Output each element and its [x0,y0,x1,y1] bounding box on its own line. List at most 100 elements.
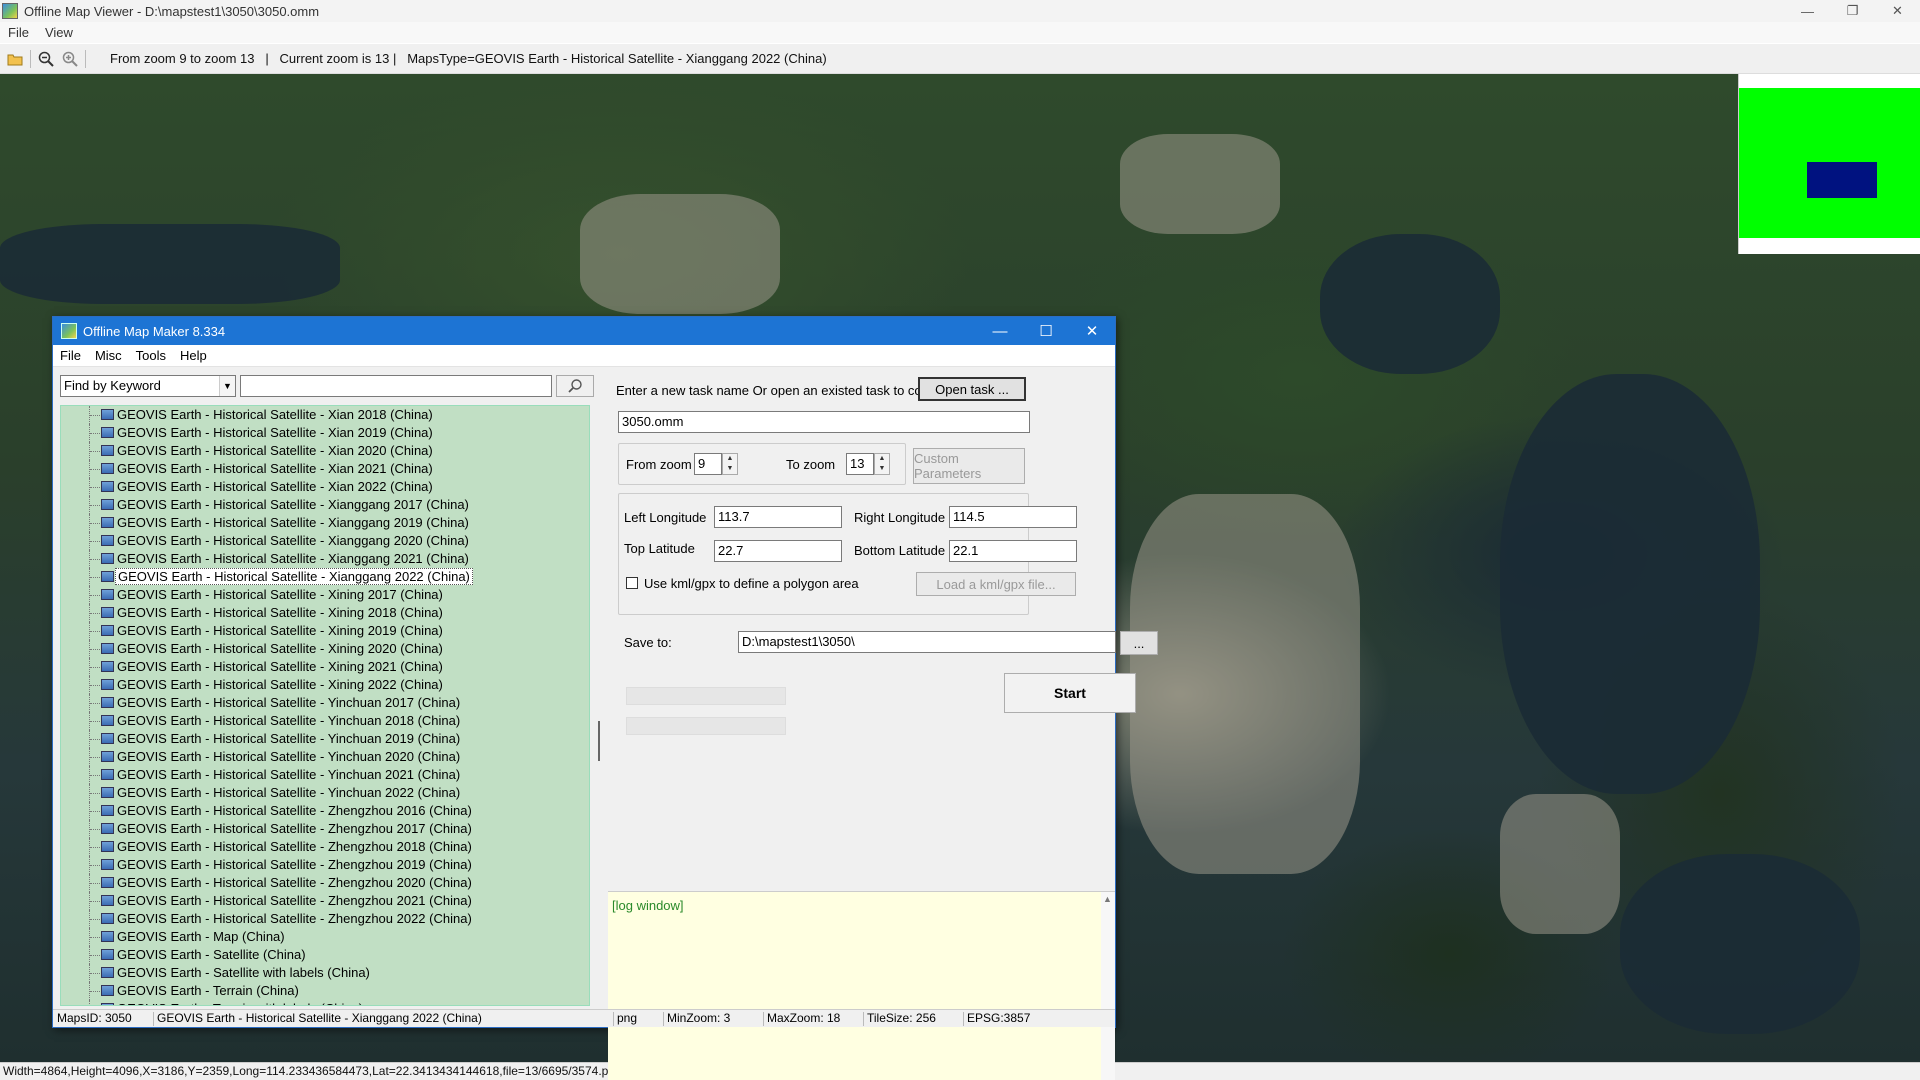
left-longitude-input[interactable]: 113.7 [714,506,842,528]
task-name-input[interactable]: 3050.omm [618,411,1030,433]
open-task-button[interactable]: Open task ... [918,377,1026,401]
map-icon [101,463,114,474]
tree-item[interactable]: GEOVIS Earth - Historical Satellite - Xi… [61,442,589,460]
close-button[interactable]: ✕ [1069,317,1115,345]
tree-item[interactable]: GEOVIS Earth - Terrain (China) [61,982,589,1000]
map-icon [101,895,114,906]
tree-item[interactable]: GEOVIS Earth - Historical Satellite - Xi… [61,424,589,442]
tree-item[interactable]: GEOVIS Earth - Historical Satellite - Zh… [61,874,589,892]
maximize-button[interactable]: ☐ [1023,317,1069,345]
map-icon [101,553,114,564]
map-icon [101,931,114,942]
tree-item[interactable]: GEOVIS Earth - Historical Satellite - Zh… [61,856,589,874]
tree-item[interactable]: GEOVIS Earth - Historical Satellite - Xi… [61,550,589,568]
tree-item[interactable]: GEOVIS Earth - Historical Satellite - Zh… [61,892,589,910]
minimize-button[interactable]: — [1785,0,1830,22]
to-zoom-label: To zoom [786,457,836,472]
menu-view[interactable]: View [37,25,81,40]
to-zoom-spinner[interactable]: ▲ ▼ [874,453,890,475]
tree-item[interactable]: GEOVIS Earth - Historical Satellite - Zh… [61,802,589,820]
log-scrollbar[interactable]: ▲ ▼ [1101,892,1115,1080]
tree-item[interactable]: GEOVIS Earth - Historical Satellite - Yi… [61,766,589,784]
tree-item-label: GEOVIS Earth - Historical Satellite - Yi… [117,695,461,710]
tree-item[interactable]: GEOVIS Earth - Historical Satellite - Xi… [61,514,589,532]
log-window[interactable]: [log window] ▲ ▼ [608,891,1115,1080]
tree-item[interactable]: GEOVIS Earth - Historical Satellite - Zh… [61,838,589,856]
search-mode-dropdown[interactable]: Find by Keyword ▼ [60,375,236,397]
status-separator [613,1012,614,1026]
map-type-tree[interactable]: GEOVIS Earth - Historical Satellite - Xi… [60,405,590,1006]
tree-item-label: GEOVIS Earth - Historical Satellite - Xi… [117,443,433,458]
bottom-latitude-input[interactable]: 22.1 [949,540,1077,562]
zoom-in-icon[interactable] [61,50,79,68]
map-icon [101,589,114,600]
splitter-handle[interactable] [598,721,600,761]
from-zoom-input[interactable]: 9 [694,453,722,475]
save-to-input[interactable]: D:\mapstest1\3050\ [738,631,1116,653]
menu-file[interactable]: File [0,25,37,40]
search-button[interactable] [556,375,594,397]
start-button[interactable]: Start [1004,673,1136,713]
tree-item[interactable]: GEOVIS Earth - Historical Satellite - Yi… [61,730,589,748]
tree-item[interactable]: GEOVIS Earth - Historical Satellite - Xi… [61,604,589,622]
open-folder-icon[interactable] [6,50,24,68]
from-zoom-spinner[interactable]: ▲ ▼ [722,453,738,475]
tree-item[interactable]: GEOVIS Earth - Historical Satellite - Yi… [61,694,589,712]
tree-item[interactable]: GEOVIS Earth - Historical Satellite - Xi… [61,496,589,514]
close-button[interactable]: ✕ [1875,0,1920,22]
tree-item[interactable]: GEOVIS Earth - Historical Satellite - Xi… [61,568,589,586]
tree-item[interactable]: GEOVIS Earth - Satellite with labels (Ch… [61,964,589,982]
task-panel: Enter a new task name Or open an existed… [608,367,1158,1080]
menu-misc[interactable]: Misc [88,348,129,363]
tree-item[interactable]: GEOVIS Earth - Terrain with labels (Chin… [61,1000,589,1005]
map-icon [101,481,114,492]
tree-item[interactable]: GEOVIS Earth - Historical Satellite - Yi… [61,712,589,730]
top-latitude-input[interactable]: 22.7 [714,540,842,562]
scroll-up-icon[interactable]: ▲ [1103,894,1112,904]
tree-item-label: GEOVIS Earth - Historical Satellite - Zh… [117,911,472,926]
status-separator [863,1012,864,1026]
tree-item[interactable]: GEOVIS Earth - Historical Satellite - Xi… [61,406,589,424]
tree-item[interactable]: GEOVIS Earth - Historical Satellite - Xi… [61,622,589,640]
menu-file[interactable]: File [53,348,88,363]
tree-item[interactable]: GEOVIS Earth - Historical Satellite - Yi… [61,784,589,802]
tree-item[interactable]: GEOVIS Earth - Historical Satellite - Zh… [61,820,589,838]
zoom-out-icon[interactable] [37,50,55,68]
tree-item[interactable]: GEOVIS Earth - Historical Satellite - Yi… [61,748,589,766]
browse-button[interactable]: ... [1120,631,1158,655]
viewer-titlebar: Offline Map Viewer - D:\mapstest1\3050\3… [0,0,1920,22]
tree-item[interactable]: GEOVIS Earth - Map (China) [61,928,589,946]
tree-item[interactable]: GEOVIS Earth - Historical Satellite - Xi… [61,676,589,694]
menu-help[interactable]: Help [173,348,214,363]
minimize-button[interactable]: — [977,317,1023,345]
tree-item-label: GEOVIS Earth - Historical Satellite - Yi… [117,749,461,764]
status-maps-id: MapsID: 3050 [57,1011,132,1025]
right-longitude-input[interactable]: 114.5 [949,506,1077,528]
app-icon [2,3,18,19]
tree-item-label: GEOVIS Earth - Historical Satellite - Zh… [117,803,472,818]
tree-item[interactable]: GEOVIS Earth - Historical Satellite - Xi… [61,658,589,676]
tree-item[interactable]: GEOVIS Earth - Satellite (China) [61,946,589,964]
tree-item-label: GEOVIS Earth - Historical Satellite - Xi… [117,659,443,674]
tree-item[interactable]: GEOVIS Earth - Historical Satellite - Xi… [61,640,589,658]
overview-viewport[interactable] [1807,162,1877,198]
tree-item[interactable]: GEOVIS Earth - Historical Satellite - Xi… [61,478,589,496]
to-zoom-input[interactable]: 13 [846,453,874,475]
load-kml-button[interactable]: Load a kml/gpx file... [916,572,1076,596]
maximize-button[interactable]: ❐ [1830,0,1875,22]
chevron-down-icon[interactable]: ▼ [219,376,235,396]
tree-item[interactable]: GEOVIS Earth - Historical Satellite - Xi… [61,460,589,478]
tree-item[interactable]: GEOVIS Earth - Historical Satellite - Xi… [61,532,589,550]
map-icon [101,409,114,420]
tree-item[interactable]: GEOVIS Earth - Historical Satellite - Zh… [61,910,589,928]
map-icon [101,913,114,924]
tree-item[interactable]: GEOVIS Earth - Historical Satellite - Xi… [61,586,589,604]
overview-map[interactable] [1738,74,1920,254]
custom-parameters-button[interactable]: Custom Parameters [913,448,1025,484]
kml-polygon-checkbox[interactable] [626,577,638,589]
toolbar-separator [30,49,31,68]
menu-tools[interactable]: Tools [129,348,173,363]
search-input[interactable] [240,375,552,397]
map-icon [101,643,114,654]
left-longitude-label: Left Longitude [624,510,707,525]
